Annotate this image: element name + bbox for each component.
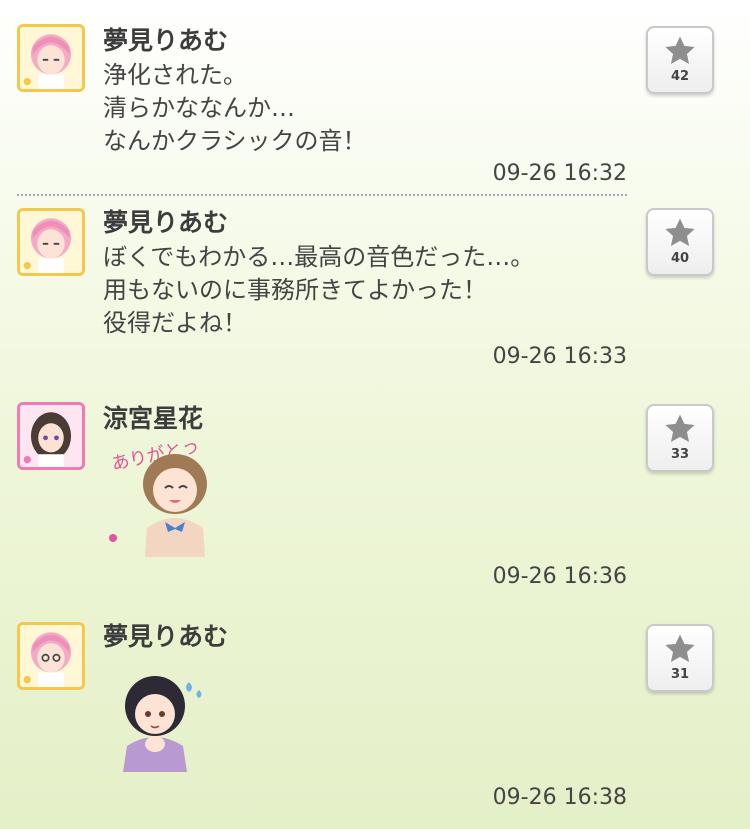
comment-text: 浄化された。 清らかななんか… なんかクラシックの音！ <box>103 61 367 155</box>
star-icon <box>665 36 695 65</box>
comment-post: 涼宮星花 ありがとう 09-26 16:36 33 <box>0 392 750 602</box>
comment-post: 夢見りあむ ぼくでもわかる…最高の音色だった…。 用もないのに事務所きてよかった… <box>0 196 750 386</box>
like-button[interactable]: 40 <box>646 208 714 276</box>
timestamp: 09-26 16:32 <box>492 161 627 186</box>
author-name[interactable]: 夢見りあむ <box>103 206 228 240</box>
star-icon <box>665 218 695 247</box>
timestamp: 09-26 16:38 <box>492 785 627 810</box>
like-count: 42 <box>670 69 690 84</box>
comment-post: 夢見りあむ 09-26 16:38 31 <box>0 610 750 825</box>
star-icon <box>665 634 695 663</box>
comment-feed: 夢見りあむ 浄化された。 清らかななんか… なんかクラシックの音！ 09-26 … <box>0 0 750 829</box>
like-count: 33 <box>670 447 690 462</box>
like-button[interactable]: 33 <box>646 404 714 472</box>
nervous-sticker-icon <box>103 672 213 772</box>
seika-avatar-icon[interactable] <box>17 402 85 470</box>
riamu-avatar-icon[interactable] <box>17 208 85 276</box>
author-name[interactable]: 夢見りあむ <box>103 620 228 654</box>
riamu-avatar-icon[interactable] <box>17 24 85 92</box>
like-count: 31 <box>670 667 690 682</box>
author-name[interactable]: 夢見りあむ <box>103 24 228 58</box>
author-name[interactable]: 涼宮星花 <box>103 402 203 436</box>
comment-post: 夢見りあむ 浄化された。 清らかななんか… なんかクラシックの音！ 09-26 … <box>0 0 750 192</box>
like-button[interactable]: 31 <box>646 624 714 692</box>
star-icon <box>665 414 695 443</box>
riamu-avatar-icon[interactable] <box>17 622 85 690</box>
timestamp: 09-26 16:36 <box>492 564 627 589</box>
timestamp: 09-26 16:33 <box>492 344 627 369</box>
like-button[interactable]: 42 <box>646 26 714 94</box>
thank-you-sticker-icon: ありがとう <box>103 436 213 557</box>
like-count: 40 <box>670 251 690 266</box>
comment-text: ぼくでもわかる…最高の音色だった…。 用もないのに事務所きてよかった！ 役得だよ… <box>103 243 535 337</box>
